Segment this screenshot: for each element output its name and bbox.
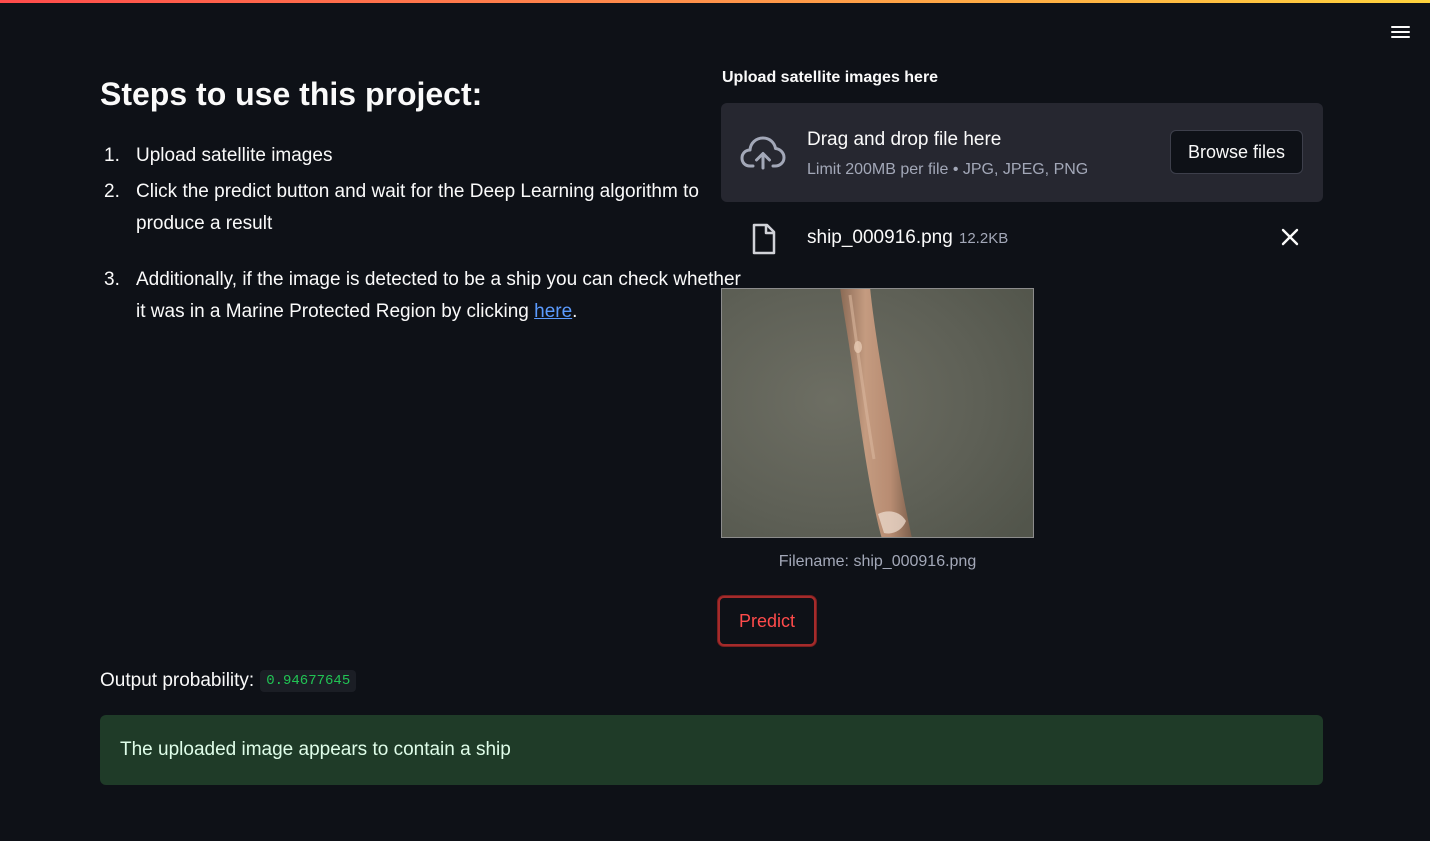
uploaded-file-name: ship_000916.png — [807, 227, 953, 248]
uploaded-image-preview — [721, 288, 1034, 538]
step-number: 1. — [104, 145, 120, 166]
menu-line — [1390, 26, 1410, 28]
step-text: Upload satellite images — [136, 145, 333, 166]
step-item-1: 1. Upload satellite images — [100, 140, 746, 172]
file-dropzone[interactable]: Drag and drop file here Limit 200MB per … — [721, 103, 1323, 202]
drag-drop-text: Drag and drop file here — [807, 129, 1002, 150]
uploader-label: Upload satellite images here — [722, 69, 939, 86]
instructions-heading: Steps to use this project: — [100, 76, 483, 112]
step-number: 2. — [104, 181, 120, 202]
step-number: 3. — [104, 269, 120, 290]
close-icon[interactable] — [1279, 226, 1301, 248]
upload-limit-text: Limit 200MB per file • JPG, JPEG, PNG — [807, 161, 1089, 178]
step-text: Additionally, if the image is detected t… — [136, 269, 741, 322]
marine-region-link[interactable]: here — [534, 301, 572, 322]
menu-line — [1390, 31, 1410, 33]
menu-line — [1390, 36, 1410, 38]
prediction-result-text: The uploaded image appears to contain a … — [120, 739, 511, 760]
predict-button[interactable]: Predict — [718, 596, 816, 646]
image-caption: Filename: ship_000916.png — [778, 553, 977, 570]
step-item-2: 2. Click the predict button and wait for… — [100, 176, 746, 240]
output-probability-label: Output probability: — [100, 670, 255, 691]
cloud-upload-icon — [740, 136, 786, 170]
ship-satellite-image — [722, 289, 1033, 537]
step-item-3: 3. Additionally, if the image is detecte… — [100, 264, 746, 328]
step-text: Click the predict button and wait for th… — [136, 181, 699, 234]
output-probability-row: Output probability: 0.94677645 — [100, 667, 357, 695]
top-decoration-bar — [0, 0, 1430, 3]
hamburger-menu-icon[interactable] — [1386, 20, 1414, 44]
browse-files-button[interactable]: Browse files — [1170, 130, 1303, 174]
output-probability-value: 0.94677645 — [260, 670, 357, 692]
step-text-end: . — [572, 301, 578, 322]
uploaded-file-size: 12.2KB — [959, 230, 1009, 247]
file-icon — [752, 223, 776, 255]
prediction-result-alert: The uploaded image appears to contain a … — [100, 715, 1323, 785]
uploaded-file-row: ship_000916.png 12.2KB — [721, 218, 1323, 258]
